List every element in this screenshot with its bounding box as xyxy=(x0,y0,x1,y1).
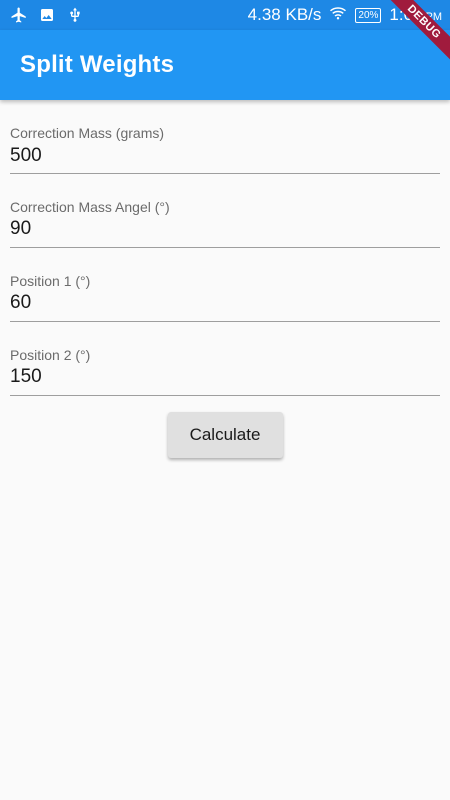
calculate-button-container: Calculate xyxy=(0,412,450,458)
position-1-label: Position 1 (°) xyxy=(10,273,91,289)
battery-icon: 20% xyxy=(355,7,382,23)
clock: 1:07 PM xyxy=(389,5,442,25)
airplane-icon xyxy=(10,6,28,24)
page-title: Split Weights xyxy=(20,51,175,78)
clock-time: 1:07 xyxy=(389,5,423,24)
status-right: 4.38 KB/s 20% 1:07 PM xyxy=(248,5,442,26)
position-2-input[interactable] xyxy=(10,366,440,388)
image-icon xyxy=(38,6,56,24)
position-1-field: Position 1 (°) xyxy=(10,248,440,322)
position-2-field: Position 2 (°) xyxy=(10,322,440,396)
status-bar: 4.38 KB/s 20% 1:07 PM xyxy=(0,0,450,30)
usb-icon xyxy=(66,6,84,24)
position-1-input[interactable] xyxy=(10,292,440,314)
correction-mass-angle-field: Correction Mass Angel (°) xyxy=(10,174,440,248)
network-speed: 4.38 KB/s xyxy=(247,5,322,24)
correction-mass-label: Correction Mass (grams) xyxy=(10,125,165,141)
correction-mass-angle-label: Correction Mass Angel (°) xyxy=(10,199,170,215)
status-left-icons xyxy=(10,6,84,24)
correction-mass-field: Correction Mass (grams) xyxy=(10,100,440,174)
calculate-button[interactable]: Calculate xyxy=(167,412,283,458)
correction-mass-input[interactable] xyxy=(10,145,440,167)
clock-ampm: PM xyxy=(425,11,443,23)
app-bar: Split Weights xyxy=(0,30,450,100)
split-weights-form: Correction Mass (grams) Correction Mass … xyxy=(10,100,440,396)
wifi-icon xyxy=(329,5,347,26)
position-2-label: Position 2 (°) xyxy=(10,347,91,363)
correction-mass-angle-input[interactable] xyxy=(10,218,440,240)
